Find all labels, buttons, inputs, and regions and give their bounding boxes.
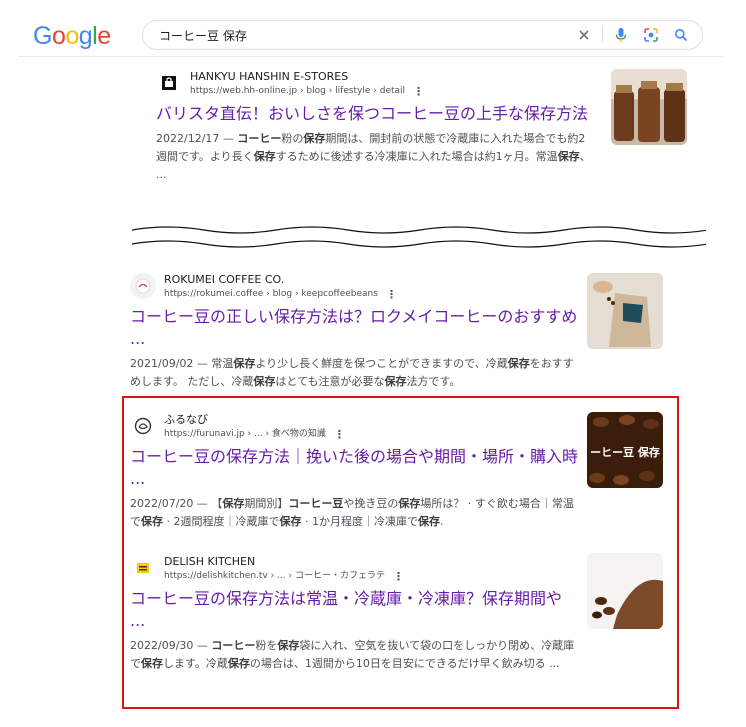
delish-kitchen-logo-icon	[130, 555, 156, 581]
result-thumbnail[interactable]	[611, 69, 687, 145]
search-result: ふるなび https://furunavi.jp › ... › 食べ物の知識 ⋮…	[130, 413, 580, 531]
search-result: DELISH KITCHEN https://delishkitchen.tv …	[130, 555, 580, 673]
result-snippet: 2022/12/17 — コーヒー粉の保存期間は、開封前の状態で冷蔵庫に入れた場…	[156, 132, 591, 181]
lens-icon[interactable]	[636, 20, 666, 50]
result-url[interactable]: https://web.hh-online.jp › blog › lifest…	[190, 85, 405, 98]
search-box[interactable]: コーヒー豆 保存	[142, 20, 703, 50]
kebab-icon[interactable]: ⋮	[334, 428, 345, 441]
result-site-name: HANKYU HANSHIN E-STORES	[190, 70, 349, 83]
result-snippet: 2022/09/30 — コーヒー粉を保存袋に入れ、空気を抜いて袋の口をしっかり…	[130, 639, 575, 670]
result-site-name: ふるなび	[164, 413, 208, 426]
result-snippet: 2021/09/02 — 常温保存より少し長く鮮度を保つことができますので、冷蔵…	[130, 357, 574, 388]
result-thumbnail[interactable]	[587, 553, 663, 629]
furunavi-logo-icon	[130, 413, 156, 439]
search-input[interactable]: コーヒー豆 保存	[159, 27, 569, 44]
google-logo[interactable]: Google	[33, 22, 111, 50]
result-title[interactable]: コーヒー豆の保存方法｜挽いた後の場合や期間・場所・購入時 ...	[130, 446, 580, 490]
omission-wave-divider	[132, 226, 706, 248]
result-url[interactable]: https://furunavi.jp › ... › 食べ物の知識	[164, 428, 326, 441]
result-title[interactable]: バリスタ直伝！おいしさを保つコーヒー豆の上手な保存方法	[156, 103, 596, 125]
mic-icon[interactable]	[606, 20, 636, 50]
kebab-icon[interactable]: ⋮	[413, 85, 424, 98]
kebab-icon[interactable]: ⋮	[393, 570, 404, 583]
result-title[interactable]: コーヒー豆の保存方法は常温・冷蔵庫・冷凍庫？保存期間や ...	[130, 588, 580, 632]
header-divider	[18, 56, 724, 57]
result-snippet: 2022/07/20 — 【保存期間別】コーヒー豆や挽き豆の保存場所は？ · す…	[130, 497, 574, 528]
result-url[interactable]: https://delishkitchen.tv › ... › コーヒー・カフ…	[164, 570, 385, 583]
search-icon[interactable]	[666, 20, 696, 50]
divider	[602, 27, 603, 43]
result-url[interactable]: https://rokumei.coffee › blog › keepcoff…	[164, 288, 378, 301]
kebab-icon[interactable]: ⋮	[386, 288, 397, 301]
search-result: ROKUMEI COFFEE CO. https://rokumei.coffe…	[130, 273, 580, 391]
shopping-bag-icon	[156, 70, 182, 96]
thumbnail-caption: ーヒー豆 保存	[590, 445, 660, 459]
clear-icon[interactable]	[569, 20, 599, 50]
result-site-name: DELISH KITCHEN	[164, 555, 256, 568]
rokumei-logo-icon	[130, 273, 156, 299]
result-title[interactable]: コーヒー豆の正しい保存方法は？ロクメイコーヒーのおすすめ ...	[130, 306, 580, 350]
result-thumbnail[interactable]	[587, 273, 663, 349]
search-result: HANKYU HANSHIN E-STORES https://web.hh-o…	[156, 70, 596, 184]
result-thumbnail[interactable]: ーヒー豆 保存	[587, 412, 663, 488]
result-site-name: ROKUMEI COFFEE CO.	[164, 273, 285, 286]
